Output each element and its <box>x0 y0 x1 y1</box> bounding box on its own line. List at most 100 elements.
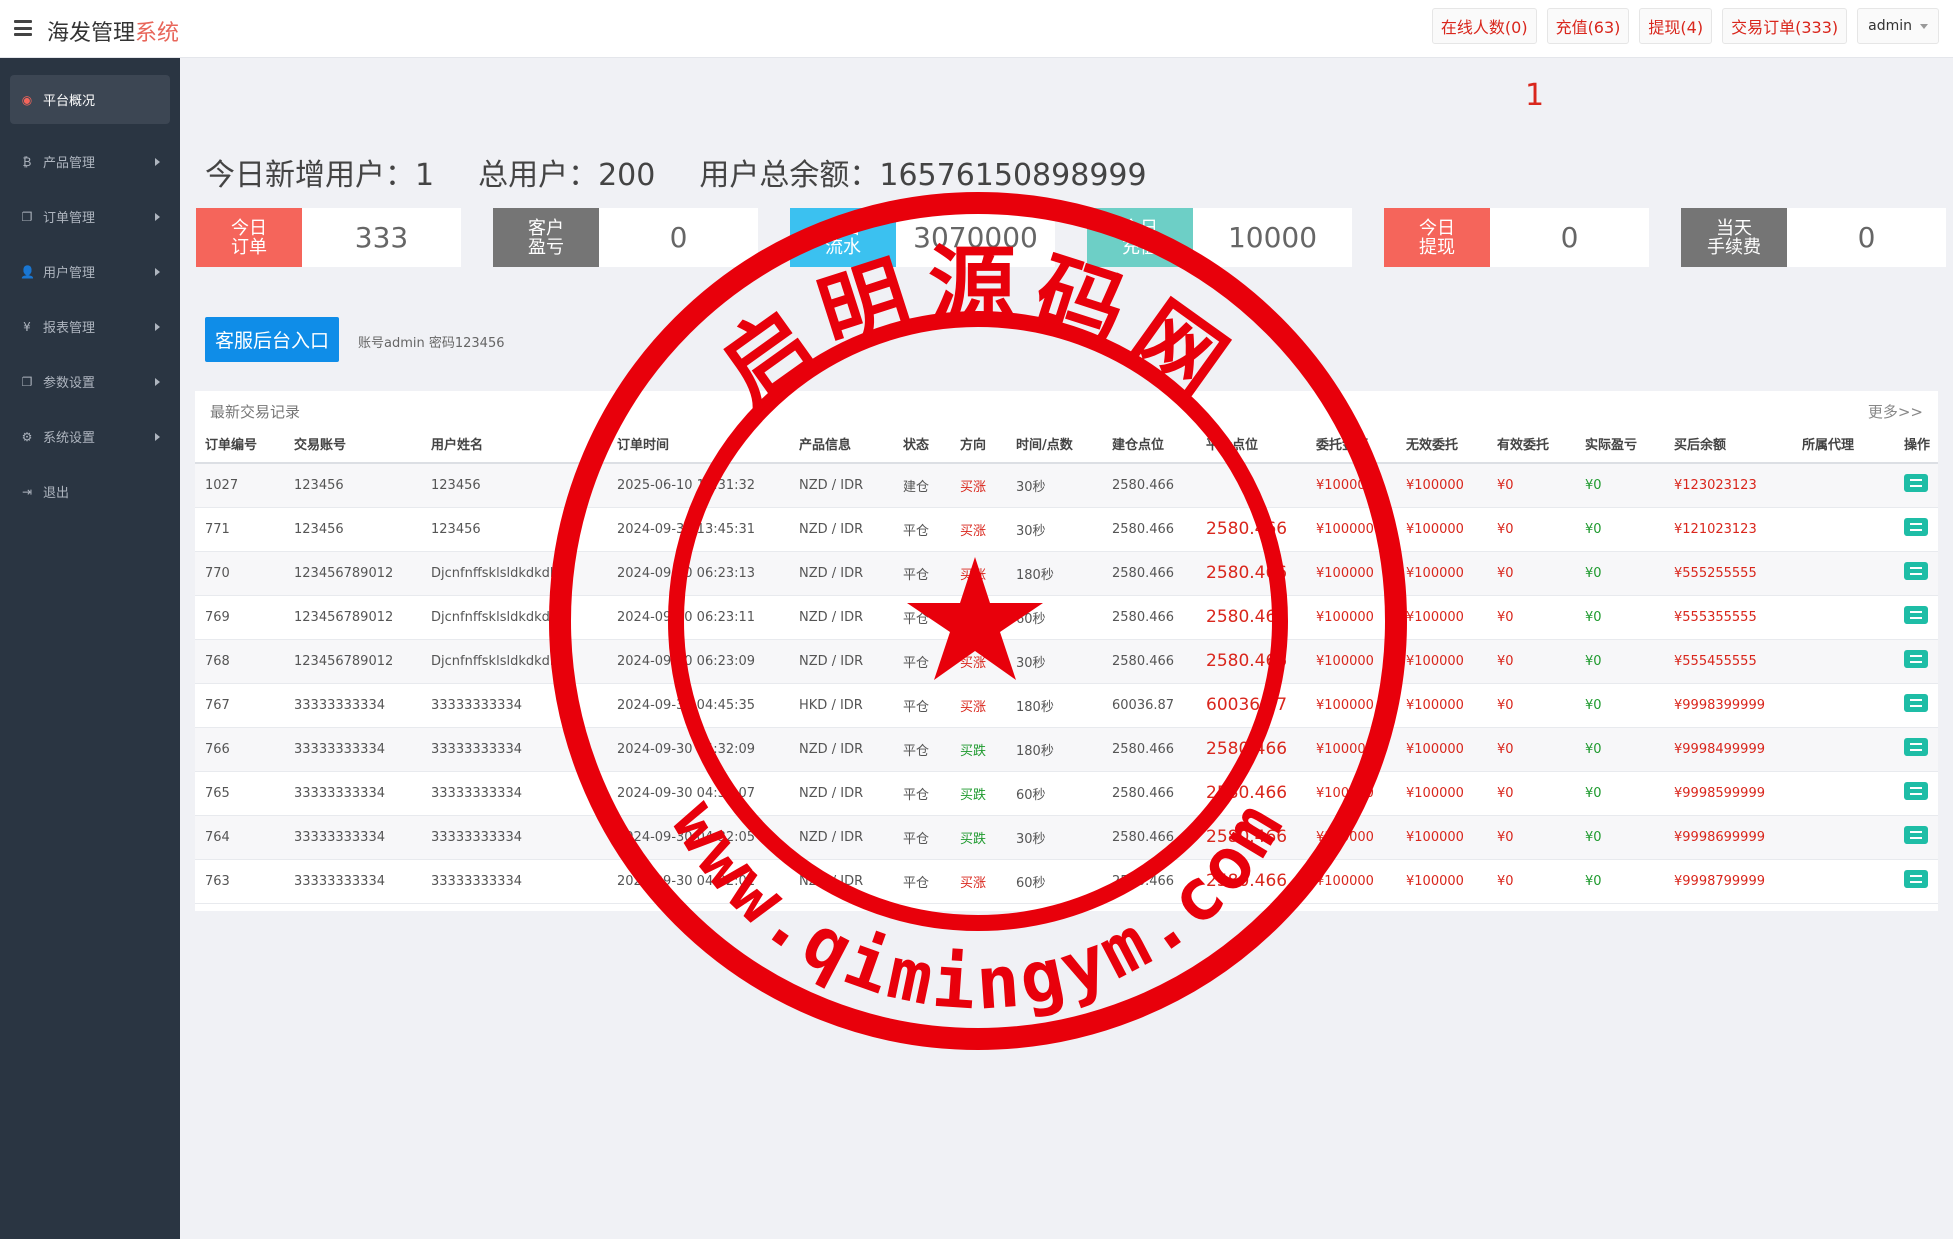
table-cell: 766 <box>195 727 284 772</box>
sidebar-item-3[interactable]: 👤 用户管理 <box>0 244 180 299</box>
column-header: 产品信息 <box>789 425 893 464</box>
table-cell <box>1894 859 1938 904</box>
table-cell: 2580.466 <box>1102 507 1196 552</box>
table-cell: 2580.466 <box>1196 815 1306 860</box>
table-cell: 2580.466 <box>1102 595 1196 640</box>
table-cell: ¥100000 <box>1396 771 1487 816</box>
top-actions: 在线人数(0) 充值(63) 提现(4) 交易订单(333) admin <box>1431 8 1939 44</box>
table-cell: 2024-09-30 06:23:11 <box>607 595 789 640</box>
view-detail-icon[interactable] <box>1904 738 1928 756</box>
stat-card: 今日 提现 0 <box>1384 208 1649 267</box>
table-row: 763 33333333334 33333333334 2024-09-30 04:3… <box>195 859 1938 904</box>
table-cell: HKD / IDR <box>789 683 893 728</box>
table-row: 768 123456789012 Djcnfnffsklsldkdkdkd 2024-… <box>195 639 1938 684</box>
table-cell: ¥100000 <box>1396 639 1487 684</box>
stat-value: 0 <box>1560 221 1579 254</box>
table-cell: NZD / IDR <box>789 551 893 596</box>
sidebar-item-4[interactable]: ¥ 报表管理 <box>0 299 180 354</box>
withdraw-button[interactable]: 提现(4) <box>1639 8 1713 44</box>
stat-label-line2: 订单 <box>231 236 267 258</box>
recharge-button[interactable]: 充值(63) <box>1546 8 1630 44</box>
table-cell: ¥0 <box>1575 683 1664 728</box>
online-users-button[interactable]: 在线人数(0) <box>1431 8 1537 44</box>
summary-line: 今日新增用户：1 总用户：200 用户总余额：16576150898999 <box>205 150 1147 194</box>
table-cell: 770 <box>195 551 284 596</box>
user-name: admin <box>1868 18 1912 34</box>
column-header: 订单编号 <box>195 425 284 464</box>
table-cell: ¥0 <box>1575 595 1664 640</box>
table-cell: 33333333334 <box>284 727 421 772</box>
table-cell <box>1894 683 1938 728</box>
more-link[interactable]: 更多>> <box>1868 401 1923 422</box>
sidebar-item-0[interactable]: ◉ 平台概况 <box>10 75 170 124</box>
table-cell: 33333333334 <box>421 771 607 816</box>
sidebar-item-5[interactable]: ❐ 参数设置 <box>0 354 180 409</box>
table-cell: ¥0 <box>1487 463 1575 508</box>
view-detail-icon[interactable] <box>1904 518 1928 536</box>
table-cell: 180秒 <box>1006 683 1102 728</box>
table-cell: 买涨 <box>950 551 1006 596</box>
sidebar-item-1[interactable]: ₿ 产品管理 <box>0 134 180 189</box>
table-cell: 2580.466 <box>1196 507 1306 552</box>
table-cell: 33333333334 <box>284 859 421 904</box>
view-detail-icon[interactable] <box>1904 694 1928 712</box>
stat-value: 10000 <box>1227 221 1318 254</box>
trade-orders-button[interactable]: 交易订单(333) <box>1722 8 1848 44</box>
user-menu[interactable]: admin <box>1857 8 1939 44</box>
view-detail-icon[interactable] <box>1904 782 1928 800</box>
table-cell: Djcnfnffsklsldkdkdkd <box>421 639 607 684</box>
yen-icon: ¥ <box>23 319 31 334</box>
sign-out-icon: ⇥ <box>21 484 33 499</box>
view-detail-icon[interactable] <box>1904 606 1928 624</box>
column-header: 交易账号 <box>284 425 421 464</box>
user-icon: 👤 <box>20 264 35 279</box>
table-cell: 33333333334 <box>421 859 607 904</box>
table-cell: NZD / IDR <box>789 463 893 508</box>
column-header: 用户姓名 <box>421 425 607 464</box>
table-cell: 30秒 <box>1006 463 1102 508</box>
chevron-right-icon <box>155 377 160 386</box>
view-detail-icon[interactable] <box>1904 474 1928 493</box>
table-cell: ¥100000 <box>1306 771 1396 816</box>
table-cell: 买跌 <box>950 771 1006 816</box>
table-row: 1027 123456 123456 2025-06-10 11:31:32 NZD /… <box>195 463 1938 508</box>
table-cell: ¥100000 <box>1306 815 1396 860</box>
menu-toggle-icon[interactable] <box>14 20 32 36</box>
table-cell: ¥100000 <box>1306 727 1396 772</box>
table-cell: ¥100000 <box>1396 551 1487 596</box>
table-cell <box>1792 551 1894 596</box>
stat-label-line2: 充值 <box>1122 236 1158 258</box>
view-detail-icon[interactable] <box>1904 826 1928 844</box>
sidebar-item-7[interactable]: ⇥ 退出 <box>0 464 180 519</box>
table-cell: 2580.466 <box>1102 859 1196 904</box>
table-cell: ¥555455555 <box>1664 639 1792 684</box>
sidebar-item-2[interactable]: ❐ 订单管理 <box>0 189 180 244</box>
table-cell: NZD / IDR <box>789 639 893 684</box>
table-cell: ¥0 <box>1487 507 1575 552</box>
sidebar-item-label: 报表管理 <box>43 321 96 336</box>
table-cell: ¥0 <box>1487 551 1575 596</box>
stat-label: 今日 充值 <box>1087 208 1193 267</box>
panel-title: 最新交易记录 <box>210 403 301 421</box>
table-cell: ¥0 <box>1487 771 1575 816</box>
column-header: 无效委托 <box>1396 425 1487 464</box>
table-cell: 买涨 <box>950 595 1006 640</box>
customer-service-entry-button[interactable]: 客服后台入口 <box>205 317 340 362</box>
view-detail-icon[interactable] <box>1904 650 1928 668</box>
table-row: 770 123456789012 Djcnfnffsklsldkdkdkd 2024-… <box>195 551 1938 596</box>
table-cell: 123456 <box>284 507 421 552</box>
table-cell: ¥0 <box>1575 551 1664 596</box>
stat-value: 0 <box>1857 221 1876 254</box>
table-cell: Djcnfnffsklsldkdkdkd <box>421 551 607 596</box>
sidebar-item-label: 参数设置 <box>43 376 96 391</box>
view-detail-icon[interactable] <box>1904 870 1928 888</box>
stat-label-line1: 客户 <box>528 217 564 239</box>
table-cell: 60036.87 <box>1196 683 1306 728</box>
table-cell <box>1792 815 1894 860</box>
table-row: 769 123456789012 Djcnfnffsklsldkdkdkd 2024-… <box>195 595 1938 640</box>
sidebar-item-6[interactable]: ⚙ 系统设置 <box>0 409 180 464</box>
view-detail-icon[interactable] <box>1904 562 1928 580</box>
brand-title: 海发管理系统 <box>47 15 179 47</box>
stat-label: 今日 流水 <box>790 208 896 267</box>
column-header: 买后余额 <box>1664 425 1792 464</box>
